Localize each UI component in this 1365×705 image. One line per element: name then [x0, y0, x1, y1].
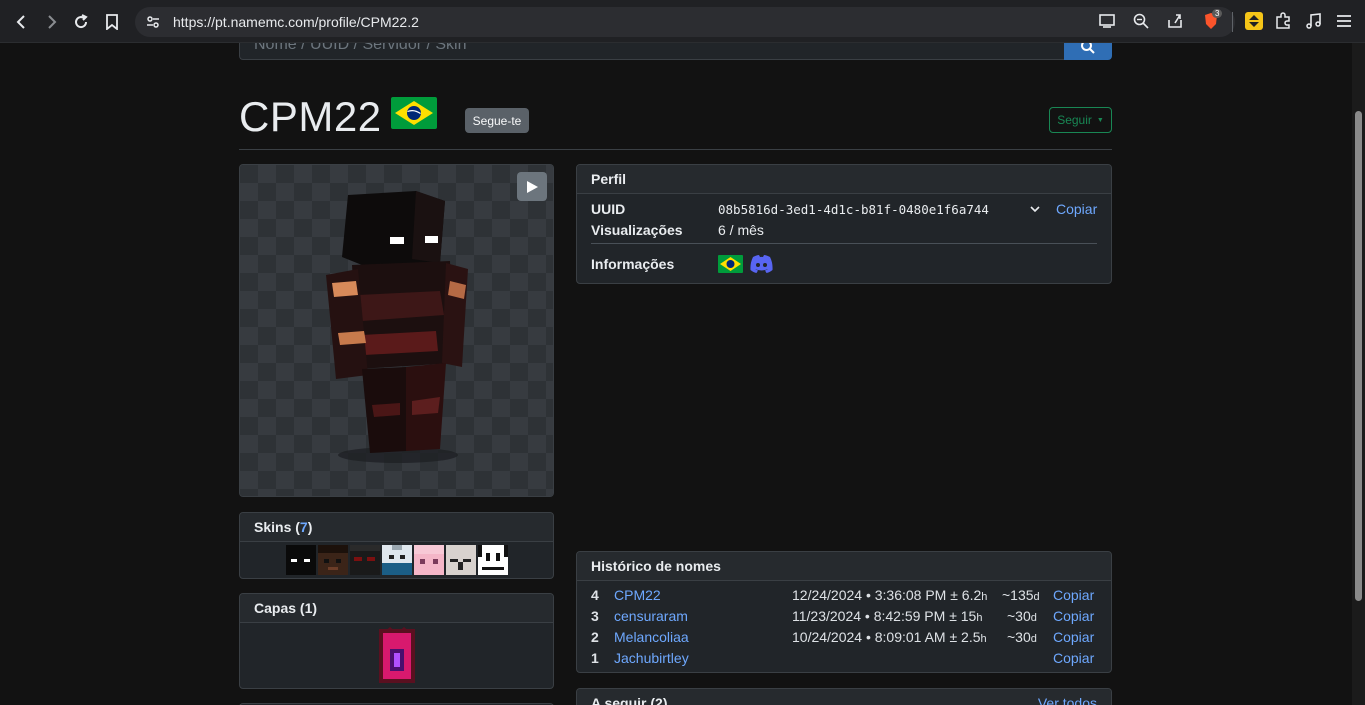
skin-thumbnails	[240, 542, 553, 575]
skin-viewer[interactable]	[239, 164, 554, 497]
zoom-icon[interactable]	[1131, 11, 1151, 31]
extensions-puzzle-icon[interactable]	[1273, 11, 1293, 31]
menu-hamburger-icon[interactable]	[1334, 11, 1354, 31]
name-history-row: 3 censuraram 11/23/2024 • 8:42:59 PM ± 1…	[577, 608, 1111, 629]
history-date: 12/24/2024 • 3:36:08 PM ± 6.2h	[792, 587, 988, 603]
skin-thumbnail[interactable]	[285, 545, 316, 575]
site-settings-icon[interactable]	[145, 14, 161, 30]
name-history-card: Histórico de nomes 4 CPM22 12/24/2024 • …	[576, 551, 1112, 673]
history-index: 1	[591, 650, 599, 666]
forward-icon[interactable]	[40, 11, 62, 33]
cast-icon[interactable]	[1097, 11, 1117, 31]
skins-title: Skins	[254, 519, 292, 535]
history-index: 2	[591, 629, 599, 645]
page-scrollbar[interactable]	[1352, 43, 1365, 705]
cape-thumbnail[interactable]	[378, 627, 416, 685]
profile-card: Perfil UUID 08b5816d-3ed1-4d1c-b81f-0480…	[576, 164, 1112, 284]
browser-toolbar: https://pt.namemc.com/profile/CPM22.2 3	[0, 0, 1365, 43]
history-date: 10/24/2024 • 8:09:01 AM ± 2.5h	[792, 629, 987, 645]
share-icon[interactable]	[1165, 11, 1185, 31]
history-index: 4	[591, 587, 599, 603]
uuid-format-dropdown[interactable]	[1029, 202, 1041, 216]
history-copy-link[interactable]: Copiar	[1053, 608, 1094, 624]
skin-thumbnail[interactable]	[413, 545, 444, 575]
brazil-flag-icon	[718, 255, 743, 273]
history-duration: ~30d	[1007, 608, 1037, 624]
history-date: 11/23/2024 • 8:42:59 PM ± 15h	[792, 608, 983, 624]
url-text: https://pt.namemc.com/profile/CPM22.2	[173, 14, 419, 30]
name-history-row: 2 Melancoliaa 10/24/2024 • 8:09:01 AM ± …	[577, 629, 1111, 650]
skin-thumbnail[interactable]	[317, 545, 348, 575]
name-history-row: 4 CPM22 12/24/2024 • 3:36:08 PM ± 6.2h ~…	[577, 587, 1111, 608]
info-label: Informações	[591, 256, 675, 272]
brave-shield-icon[interactable]: 3	[1201, 9, 1223, 31]
history-name-link[interactable]: Jachubirtley	[614, 650, 689, 666]
chevron-down-icon	[1030, 206, 1040, 213]
skin-thumbnail[interactable]	[381, 545, 412, 575]
views-label: Visualizações	[591, 222, 683, 238]
search-input[interactable]: Nome / UUID / Servidor / Skin	[239, 43, 1065, 60]
following-card-header: A seguir (2) Ver todos	[577, 689, 1111, 705]
following-card: A seguir (2) Ver todos	[576, 688, 1112, 705]
views-value: 6 / mês	[718, 222, 764, 238]
search-icon	[1081, 43, 1095, 54]
play-icon	[527, 180, 538, 193]
profile-card-header: Perfil	[577, 165, 1111, 194]
search-bar: Nome / UUID / Servidor / Skin	[239, 43, 1112, 60]
history-copy-link[interactable]: Copiar	[1053, 650, 1094, 666]
follows-you-badge: Segue-te	[465, 108, 529, 133]
skin-thumbnail[interactable]	[477, 545, 508, 575]
bookmark-icon[interactable]	[101, 11, 123, 33]
profile-divider	[591, 243, 1097, 244]
history-name-link[interactable]: Melancoliaa	[614, 629, 689, 645]
page-title: CPM22	[239, 93, 382, 140]
scrollbar-thumb[interactable]	[1355, 111, 1362, 601]
skins-card: Skins (7)	[239, 512, 554, 579]
brazil-flag-icon	[391, 97, 437, 129]
uuid-value: 08b5816d-3ed1-4d1c-b81f-0480e1f6a744	[718, 202, 989, 217]
address-bar[interactable]: https://pt.namemc.com/profile/CPM22.2	[135, 7, 1235, 37]
view-all-link[interactable]: Ver todos	[1038, 695, 1097, 705]
name-history-header: Histórico de nomes	[577, 552, 1111, 581]
reload-icon[interactable]	[70, 11, 92, 33]
name-history-row: 1 Jachubirtley Copiar	[577, 650, 1111, 671]
history-name-link[interactable]: censuraram	[614, 608, 688, 624]
skins-card-header: Skins (7)	[240, 513, 553, 542]
play-animation-button[interactable]	[517, 172, 547, 201]
skin-thumbnail[interactable]	[349, 545, 380, 575]
history-index: 3	[591, 608, 599, 624]
caret-down-icon: ▼	[1096, 116, 1104, 124]
capes-card: Capas (1)	[239, 593, 554, 689]
history-name-link[interactable]: CPM22	[614, 587, 661, 603]
history-copy-link[interactable]: Copiar	[1053, 587, 1094, 603]
search-button[interactable]	[1064, 43, 1112, 60]
skin-render	[326, 191, 468, 463]
history-duration: ~30d	[1007, 629, 1037, 645]
back-icon[interactable]	[11, 11, 33, 33]
toolbar-divider	[1232, 12, 1233, 32]
history-duration: ~135d	[1002, 587, 1040, 603]
media-music-icon[interactable]	[1304, 11, 1324, 31]
discord-icon[interactable]	[749, 254, 774, 274]
skins-count-link[interactable]: 7	[300, 519, 308, 535]
extension-yellow-icon[interactable]	[1244, 11, 1264, 31]
following-title: A seguir (2)	[591, 695, 668, 705]
capes-card-header: Capas (1)	[240, 594, 553, 623]
header-divider	[239, 149, 1112, 150]
skin-thumbnail[interactable]	[445, 545, 476, 575]
history-copy-link[interactable]: Copiar	[1053, 629, 1094, 645]
uuid-copy-link[interactable]: Copiar	[1056, 201, 1097, 217]
uuid-label: UUID	[591, 201, 626, 217]
page-content: Nome / UUID / Servidor / Skin CPM22 Segu…	[0, 43, 1352, 705]
follow-button[interactable]: Seguir ▼	[1049, 107, 1112, 133]
follow-button-label: Seguir	[1057, 113, 1092, 127]
